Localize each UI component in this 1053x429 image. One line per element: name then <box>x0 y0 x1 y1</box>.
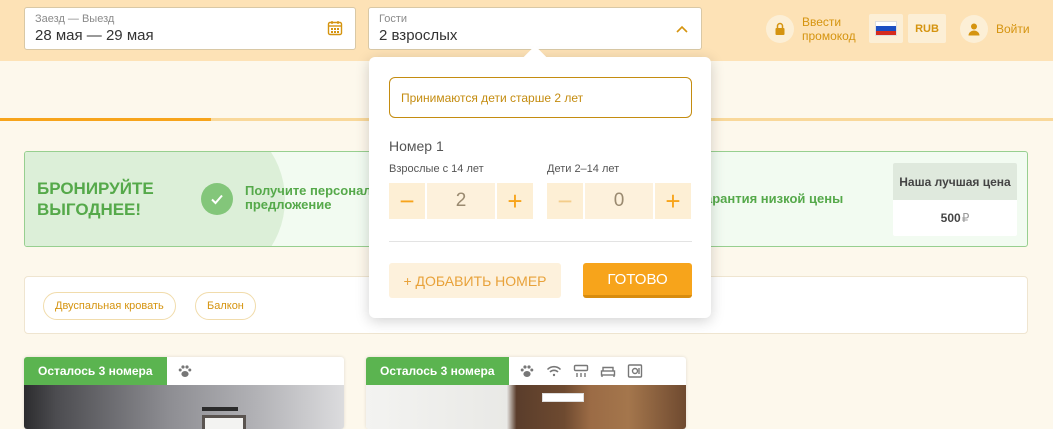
rooms-left-badge: Осталось 3 номера <box>24 357 167 385</box>
room-photo <box>24 385 344 429</box>
booking-progress-fill <box>0 118 211 121</box>
guests-value: 2 взрослых <box>379 27 458 44</box>
banner-guarantee-text: арантия низкой цены <box>705 191 844 206</box>
banner-headline: БРОНИРУЙТЕ ВЫГОДНЕЕ! <box>37 179 154 219</box>
safe-icon <box>622 357 649 385</box>
adults-stepper: − 2 + <box>389 183 533 219</box>
rooms-left-badge: Осталось 3 номера <box>366 357 509 385</box>
dates-value: 28 мая — 29 мая <box>35 27 154 44</box>
adults-minus-button[interactable]: − <box>389 183 425 219</box>
user-icon <box>960 14 988 43</box>
amenities-bar <box>508 357 654 385</box>
wall-picture <box>202 415 246 429</box>
children-age-notice: Принимаются дети старше 2 лет <box>389 77 692 118</box>
best-price-value: 500 <box>940 211 961 225</box>
currency-selector[interactable]: RUB <box>908 14 946 43</box>
room-card[interactable]: Осталось 3 номера <box>366 357 686 429</box>
adults-plus-button[interactable]: + <box>497 183 533 219</box>
children-plus-button[interactable]: + <box>655 183 691 219</box>
pet-icon <box>172 357 199 385</box>
lock-icon <box>766 15 794 43</box>
best-price-title: Наша лучшая цена <box>893 163 1017 200</box>
adults-label: Взрослые с 14 лет <box>389 163 484 175</box>
guest-picker-dropdown: Принимаются дети старше 2 лет Номер 1 Вз… <box>369 45 711 318</box>
children-stepper: − 0 + <box>547 183 691 219</box>
guests-field[interactable]: Гости 2 взрослых <box>368 7 702 50</box>
room-card[interactable]: Осталось 3 номера <box>24 357 344 429</box>
best-price-box: Наша лучшая цена 500 ₽ <box>893 163 1017 236</box>
language-selector[interactable] <box>869 14 903 43</box>
calendar-icon <box>327 21 343 36</box>
banner-offer-text: Получите персонал предложение <box>245 183 372 212</box>
top-bar: Заезд — Выезд 28 мая — 29 мая Гости 2 вз… <box>0 0 1053 61</box>
done-button[interactable]: ГОТОВО <box>583 263 692 298</box>
children-count: 0 <box>585 183 653 219</box>
promo-code-label: Ввести промокод <box>802 15 856 43</box>
dates-field[interactable]: Заезд — Выезд 28 мая — 29 мая <box>24 7 356 50</box>
bed-icon <box>595 357 622 385</box>
russia-flag-icon <box>875 21 897 36</box>
room-photo <box>366 385 686 429</box>
children-minus-button[interactable]: − <box>547 183 583 219</box>
pet-icon <box>514 357 541 385</box>
promo-code-link[interactable]: Ввести промокод <box>766 13 862 45</box>
room-title: Номер 1 <box>389 138 444 154</box>
wifi-icon <box>541 357 568 385</box>
adults-count: 2 <box>427 183 495 219</box>
add-room-button[interactable]: + ДОБАВИТЬ НОМЕР <box>389 263 561 298</box>
best-price-currency: ₽ <box>961 211 970 225</box>
guests-label: Гости <box>379 13 408 25</box>
login-label: Войти <box>996 21 1030 36</box>
dates-label: Заезд — Выезд <box>35 13 115 25</box>
chevron-up-icon <box>676 25 688 33</box>
air-conditioner-icon <box>568 357 595 385</box>
best-price-value-row: 500 ₽ <box>893 200 1017 236</box>
filter-chip-double-bed[interactable]: Двуспальная кровать <box>43 292 176 320</box>
login-link[interactable]: Войти <box>960 14 1030 43</box>
check-icon <box>201 183 233 215</box>
filter-chip-balcony[interactable]: Балкон <box>195 292 256 320</box>
amenities-bar <box>166 357 204 385</box>
children-label: Дети 2–14 лет <box>547 163 620 175</box>
divider <box>389 241 692 242</box>
